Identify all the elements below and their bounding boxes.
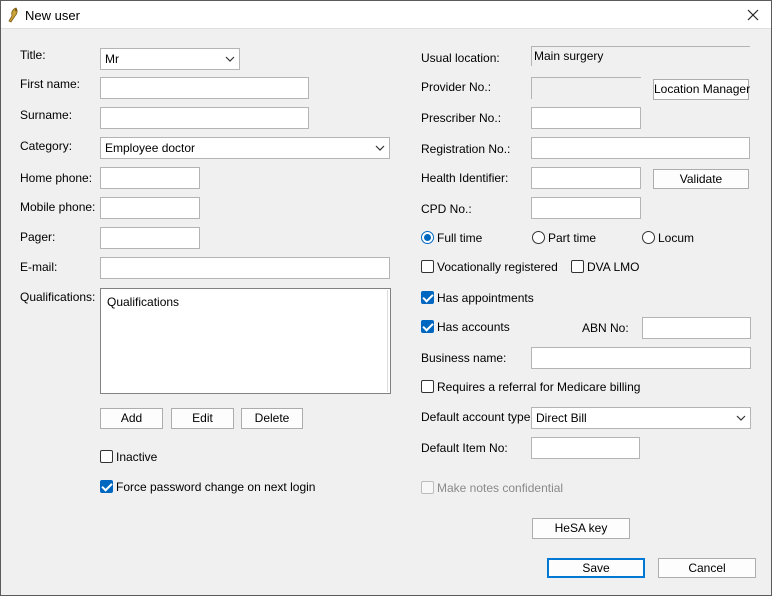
has-accounts-label: Has accounts bbox=[437, 320, 510, 334]
business-name-label: Business name: bbox=[421, 351, 507, 365]
locum-label: Locum bbox=[658, 231, 695, 245]
force-password-checkbox[interactable] bbox=[100, 480, 113, 493]
hesa-key-button[interactable]: HeSA key bbox=[532, 518, 630, 539]
title-select-value: Mr bbox=[105, 52, 119, 66]
registration-no-label: Registration No.: bbox=[421, 142, 511, 156]
save-button[interactable]: Save bbox=[547, 558, 645, 578]
title-label: Title: bbox=[20, 48, 46, 62]
has-appointments-label: Has appointments bbox=[437, 291, 534, 305]
vocationally-registered-label: Vocationally registered bbox=[437, 260, 558, 274]
surname-label: Surname: bbox=[20, 108, 73, 122]
app-icon bbox=[8, 7, 18, 23]
abn-no-label: ABN No: bbox=[582, 321, 629, 335]
dva-lmo-checkbox[interactable] bbox=[571, 260, 584, 273]
category-select[interactable]: Employee doctor bbox=[100, 137, 390, 159]
inactive-checkbox[interactable] bbox=[100, 450, 113, 463]
qualifications-scrollbar[interactable] bbox=[387, 290, 389, 392]
category-select-value: Employee doctor bbox=[105, 141, 196, 155]
vocationally-registered-checkbox[interactable] bbox=[421, 260, 434, 273]
inactive-label: Inactive bbox=[116, 450, 158, 464]
add-button[interactable]: Add bbox=[100, 408, 163, 429]
edit-button[interactable]: Edit bbox=[171, 408, 234, 429]
make-notes-confidential-checkbox[interactable] bbox=[421, 481, 434, 494]
pager-label: Pager: bbox=[20, 230, 56, 244]
close-button[interactable] bbox=[735, 1, 771, 29]
locum-radio[interactable] bbox=[642, 231, 655, 244]
abn-no-input[interactable] bbox=[642, 317, 751, 339]
cpd-no-input[interactable] bbox=[531, 197, 641, 219]
chevron-down-icon bbox=[736, 415, 746, 421]
title-bar: New user bbox=[1, 1, 771, 29]
full-time-label: Full time bbox=[437, 231, 483, 245]
cpd-no-label: CPD No.: bbox=[421, 202, 472, 216]
default-account-type-value: Direct Bill bbox=[536, 411, 587, 425]
full-time-radio[interactable] bbox=[421, 231, 434, 244]
category-label: Category: bbox=[20, 139, 73, 153]
make-notes-confidential-label: Make notes confidential bbox=[437, 481, 564, 495]
email-input[interactable] bbox=[100, 257, 390, 279]
window-title: New user bbox=[25, 8, 80, 23]
default-item-no-input[interactable] bbox=[531, 437, 640, 459]
home-phone-label: Home phone: bbox=[20, 171, 93, 185]
has-accounts-checkbox[interactable] bbox=[421, 320, 434, 333]
close-icon bbox=[747, 9, 759, 21]
title-select[interactable]: Mr bbox=[100, 48, 240, 70]
first-name-input[interactable] bbox=[100, 77, 309, 99]
force-password-label: Force password change on next login bbox=[116, 480, 316, 494]
validate-button[interactable]: Validate bbox=[653, 169, 749, 189]
default-account-type-select[interactable]: Direct Bill bbox=[531, 407, 751, 429]
chevron-down-icon bbox=[375, 145, 385, 151]
email-label: E-mail: bbox=[20, 260, 58, 274]
prescriber-no-label: Prescriber No.: bbox=[421, 111, 502, 125]
qualifications-label: Qualifications: bbox=[20, 290, 96, 304]
requires-referral-label: Requires a referral for Medicare billing bbox=[437, 380, 641, 394]
pager-input[interactable] bbox=[100, 227, 200, 249]
default-item-no-label: Default Item No: bbox=[421, 441, 508, 455]
default-account-type-label: Default account type: bbox=[421, 410, 534, 424]
qualifications-text: Qualifications bbox=[107, 295, 180, 309]
qualifications-textarea[interactable]: Qualifications bbox=[100, 288, 391, 394]
provider-no-label: Provider No.: bbox=[421, 80, 492, 94]
registration-no-input[interactable] bbox=[531, 137, 750, 159]
part-time-label: Part time bbox=[548, 231, 597, 245]
surname-input[interactable] bbox=[100, 107, 309, 129]
business-name-input[interactable] bbox=[531, 347, 751, 369]
usual-location-label: Usual location: bbox=[421, 51, 500, 65]
prescriber-no-input[interactable] bbox=[531, 107, 641, 129]
chevron-down-icon bbox=[225, 56, 235, 62]
part-time-radio[interactable] bbox=[532, 231, 545, 244]
first-name-label: First name: bbox=[20, 77, 81, 91]
new-user-dialog: New user Title: Mr First name: Surname: … bbox=[0, 0, 772, 596]
provider-no-input[interactable] bbox=[531, 77, 641, 99]
delete-button[interactable]: Delete bbox=[241, 408, 303, 429]
health-identifier-label: Health Identifier: bbox=[421, 171, 509, 185]
cancel-button[interactable]: Cancel bbox=[658, 558, 756, 578]
usual-location-field[interactable]: Main surgery bbox=[531, 46, 750, 66]
requires-referral-checkbox[interactable] bbox=[421, 380, 434, 393]
health-identifier-input[interactable] bbox=[531, 167, 641, 189]
mobile-phone-input[interactable] bbox=[100, 197, 200, 219]
dva-lmo-label: DVA LMO bbox=[587, 260, 640, 274]
has-appointments-checkbox[interactable] bbox=[421, 291, 434, 304]
mobile-phone-label: Mobile phone: bbox=[20, 200, 96, 214]
location-manager-button[interactable]: Location Manager bbox=[653, 79, 750, 100]
home-phone-input[interactable] bbox=[100, 167, 200, 189]
